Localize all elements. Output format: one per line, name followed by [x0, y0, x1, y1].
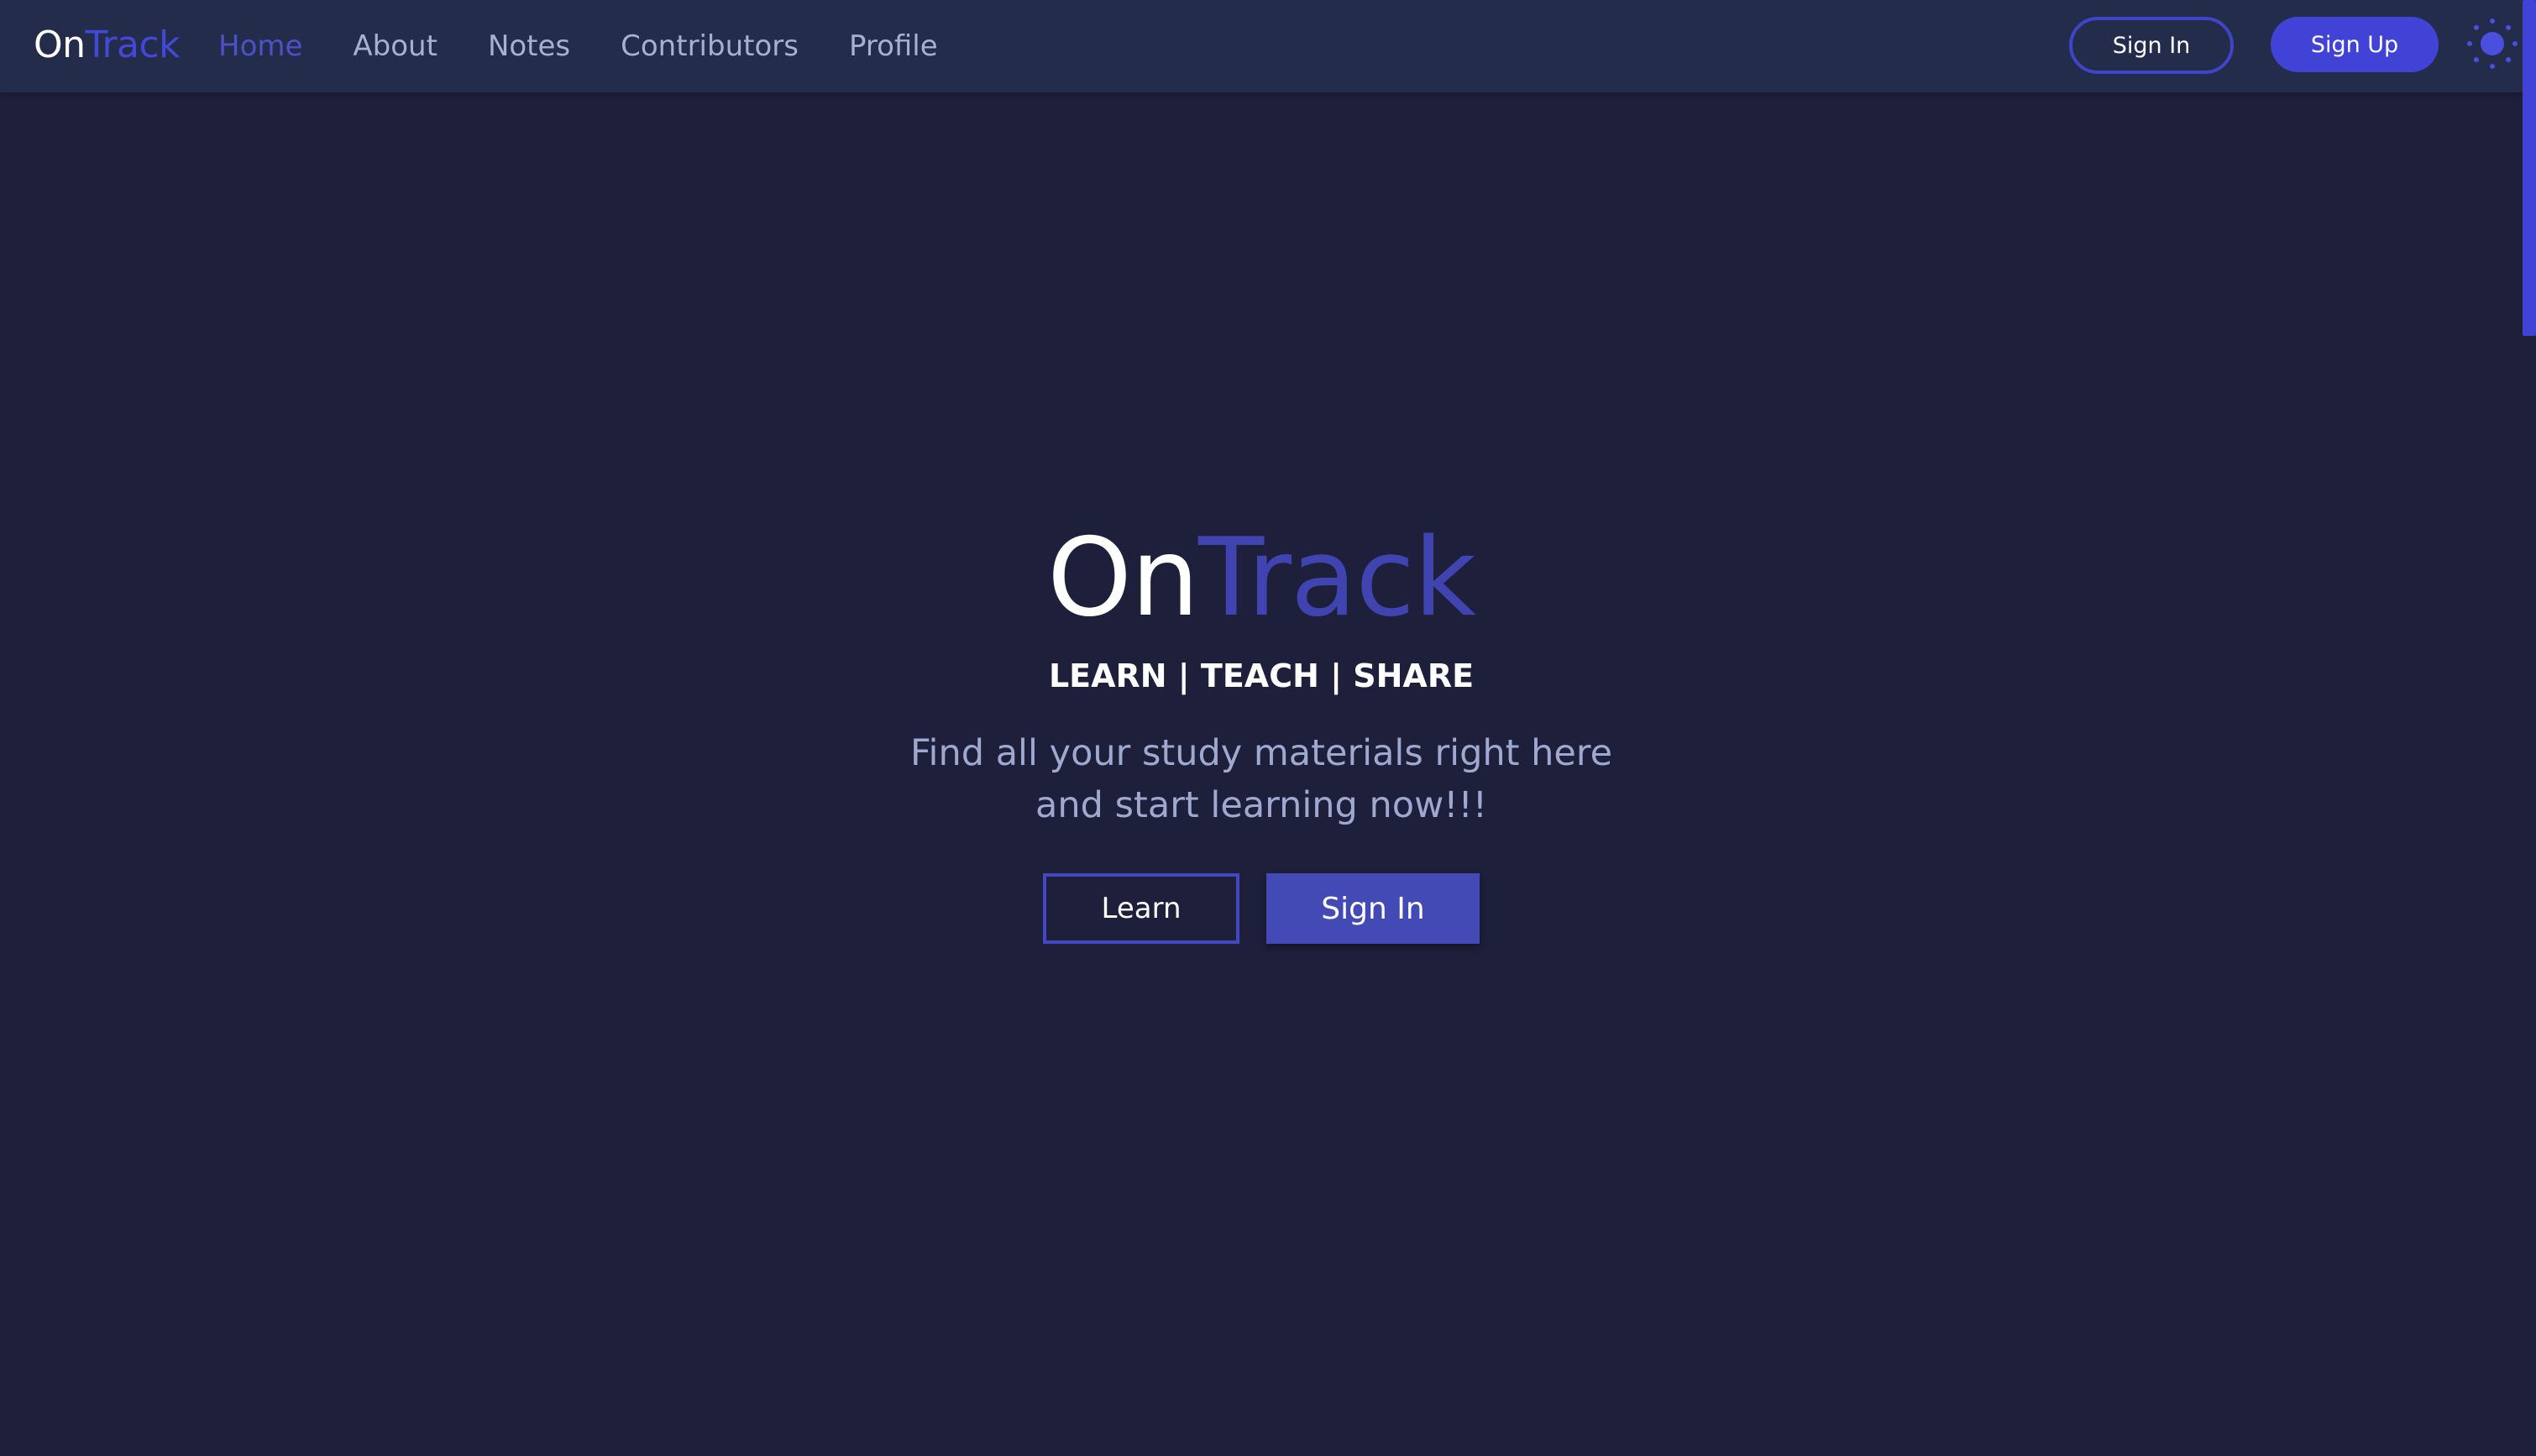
hero-title-on: On [1047, 516, 1199, 641]
hero-description-line-2: and start learning now!!! [1035, 784, 1487, 826]
brand-logo-on: On [34, 24, 86, 66]
nav-link-notes[interactable]: Notes [488, 29, 570, 63]
scrollbar-thumb[interactable] [2523, 0, 2536, 336]
hero-tagline: LEARN | TEACH | SHARE [1048, 657, 1475, 694]
hero-sign-in-button[interactable]: Sign In [1266, 873, 1480, 944]
navbar: OnTrack Home About Notes Contributors Pr… [0, 0, 2523, 92]
hero-description-line-1: Find all your study materials right here [909, 732, 1613, 774]
nav-link-profile[interactable]: Profile [849, 29, 938, 63]
hero-title: OnTrack [0, 516, 2523, 642]
learn-button[interactable]: Learn [1043, 873, 1239, 944]
nav-sign-up-button[interactable]: Sign Up [2271, 17, 2439, 72]
brand-logo-track: Track [85, 24, 181, 66]
sun-icon [2467, 18, 2518, 69]
hero-description: Find all your study materials right here… [0, 727, 2523, 831]
hero-title-track: Track [1197, 516, 1476, 641]
theme-toggle-button[interactable] [2465, 17, 2519, 71]
brand-logo[interactable]: OnTrack [34, 20, 181, 71]
nav-sign-in-button[interactable]: Sign In [2069, 17, 2234, 74]
nav-link-contributors[interactable]: Contributors [621, 29, 799, 63]
nav-link-about[interactable]: About [353, 29, 438, 63]
nav-link-home[interactable]: Home [218, 29, 302, 63]
nav-links: Home About Notes Contributors Profile [218, 25, 988, 67]
